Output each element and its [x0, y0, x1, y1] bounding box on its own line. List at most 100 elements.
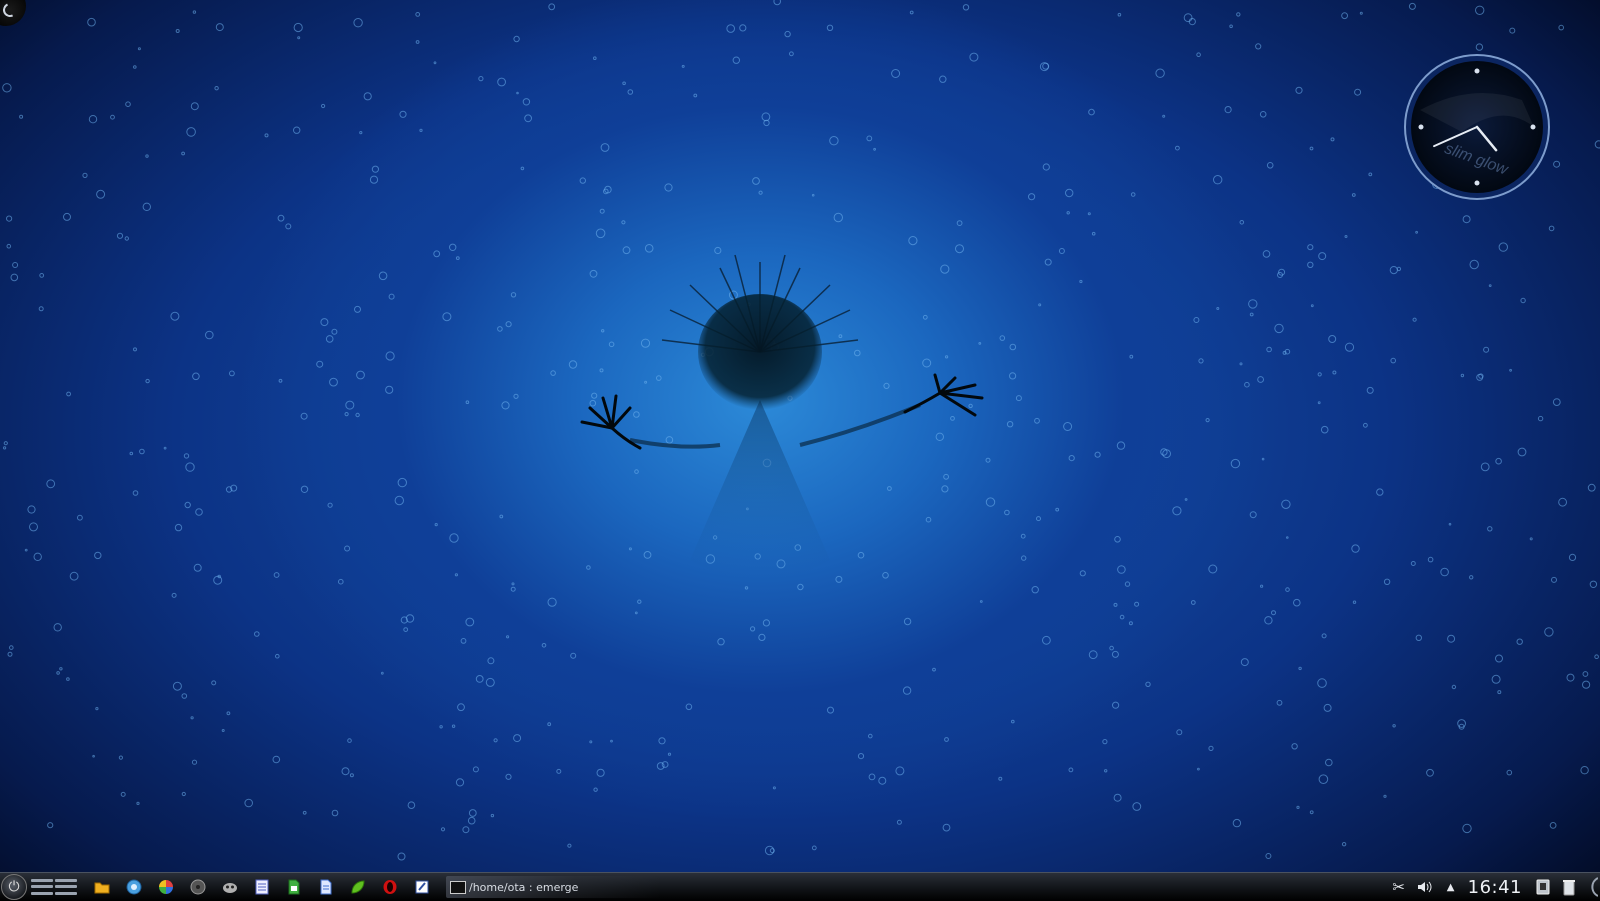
- pidgin-icon: [223, 883, 237, 893]
- rain-drop: [77, 514, 83, 521]
- rain-drop: [344, 545, 351, 552]
- rain-drop: [1383, 794, 1387, 798]
- task-label: /home/ota : emerge: [469, 880, 579, 894]
- rain-drop: [1469, 575, 1474, 580]
- rain-drop: [397, 477, 407, 488]
- application-launcher-button[interactable]: ⏻: [1, 874, 27, 900]
- rain-drop: [353, 18, 363, 28]
- cashew-toolbox[interactable]: [1582, 873, 1600, 901]
- file-manager-launcher[interactable]: [86, 873, 118, 901]
- klipper-button[interactable]: ✂: [1386, 873, 1412, 901]
- rain-drop: [183, 453, 190, 459]
- media-player-launcher[interactable]: [182, 873, 214, 901]
- rain-drop: [407, 801, 416, 810]
- spreadsheet-launcher[interactable]: [278, 873, 310, 901]
- rain-drop: [1549, 822, 1557, 829]
- rain-drop: [516, 91, 519, 95]
- rain-drop: [547, 722, 552, 727]
- rain-drop: [455, 778, 465, 787]
- digital-clock[interactable]: 16:41: [1468, 877, 1522, 898]
- rain-drop: [1145, 681, 1151, 687]
- desktop[interactable]: slim glow: [0, 0, 1600, 872]
- web-browser-launcher[interactable]: [118, 873, 150, 901]
- rain-drop: [1208, 564, 1218, 574]
- rain-drop: [403, 627, 409, 632]
- rain-drop: [1068, 767, 1074, 773]
- rain-drop: [1509, 368, 1512, 372]
- rain-drop: [589, 269, 598, 278]
- rain-drop: [118, 755, 124, 760]
- analog-clock-widget[interactable]: slim glow: [1402, 52, 1552, 202]
- rain-drop: [955, 244, 964, 254]
- rain-drop: [33, 552, 42, 561]
- rain-drop: [1274, 323, 1284, 334]
- rain-drop: [1412, 317, 1417, 322]
- calendar-launcher[interactable]: [246, 873, 278, 901]
- rain-drop: [685, 703, 693, 711]
- rain-drop: [172, 681, 182, 691]
- rain-drop: [908, 236, 918, 246]
- rain-drop: [833, 212, 843, 223]
- rain-drop: [1469, 259, 1479, 270]
- taskbar-task-terminal[interactable]: /home/ota : emerge: [446, 876, 660, 898]
- rain-drop: [693, 93, 698, 98]
- rain-drop: [175, 29, 180, 33]
- text-document-launcher[interactable]: [310, 873, 342, 901]
- rain-drop: [556, 768, 562, 774]
- rain-drop: [1516, 638, 1523, 645]
- rain-drop: [601, 329, 605, 333]
- device-notifier-button[interactable]: [1530, 873, 1556, 901]
- rain-drop: [1282, 350, 1287, 355]
- rain-drop: [10, 273, 19, 282]
- rain-drop: [338, 578, 344, 585]
- wallpaper-art: [0, 0, 1600, 861]
- rain-drop: [1309, 810, 1314, 815]
- rain-drop: [460, 638, 467, 644]
- rain-drop: [758, 190, 763, 195]
- rain-drop: [1317, 372, 1322, 377]
- volume-button[interactable]: [1412, 873, 1438, 901]
- rain-drop: [811, 193, 815, 197]
- rain-drop: [1196, 52, 1201, 58]
- rain-drop: [789, 51, 794, 57]
- trash-button[interactable]: [1556, 873, 1582, 901]
- rain-drop: [1193, 317, 1200, 323]
- rain-drop: [644, 380, 648, 384]
- rain-drop: [610, 739, 613, 743]
- rain-drop: [1529, 537, 1533, 541]
- rain-drop: [1042, 163, 1050, 171]
- rain-drop: [1341, 842, 1347, 847]
- rain-drop: [457, 703, 465, 712]
- rain-drop: [325, 335, 334, 343]
- rain-drop: [185, 462, 195, 472]
- rain-drop: [1551, 576, 1557, 583]
- rain-drop: [665, 436, 674, 444]
- rain-drop: [1112, 701, 1120, 709]
- pager-desktop-1[interactable]: [31, 877, 53, 897]
- rain-drop: [1594, 654, 1599, 660]
- rain-drop: [943, 473, 949, 480]
- tray-expander-button[interactable]: ▲: [1438, 873, 1464, 901]
- rain-drop: [868, 733, 873, 739]
- pager-desktop-2[interactable]: [55, 877, 77, 897]
- chat-client-launcher[interactable]: [214, 873, 246, 901]
- rain-drop: [956, 220, 963, 227]
- rain-drop: [510, 292, 517, 298]
- feed-reader-launcher[interactable]: [342, 873, 374, 901]
- rain-drop: [275, 653, 280, 659]
- rain-drop: [744, 586, 749, 590]
- rain-drop: [356, 370, 365, 380]
- rain-drop: [1307, 261, 1314, 268]
- rain-drop: [47, 822, 54, 829]
- text-editor-launcher[interactable]: [406, 873, 438, 901]
- rain-drop: [94, 551, 102, 560]
- rain-drop: [1058, 248, 1065, 254]
- rain-drop: [1113, 602, 1118, 607]
- rain-drop: [739, 24, 747, 32]
- rain-drop: [935, 432, 944, 441]
- rain-drop: [278, 378, 283, 383]
- rain-drop: [125, 101, 131, 107]
- rain-drop: [66, 677, 70, 681]
- opera-browser-launcher[interactable]: [374, 873, 406, 901]
- image-viewer-launcher[interactable]: [150, 873, 182, 901]
